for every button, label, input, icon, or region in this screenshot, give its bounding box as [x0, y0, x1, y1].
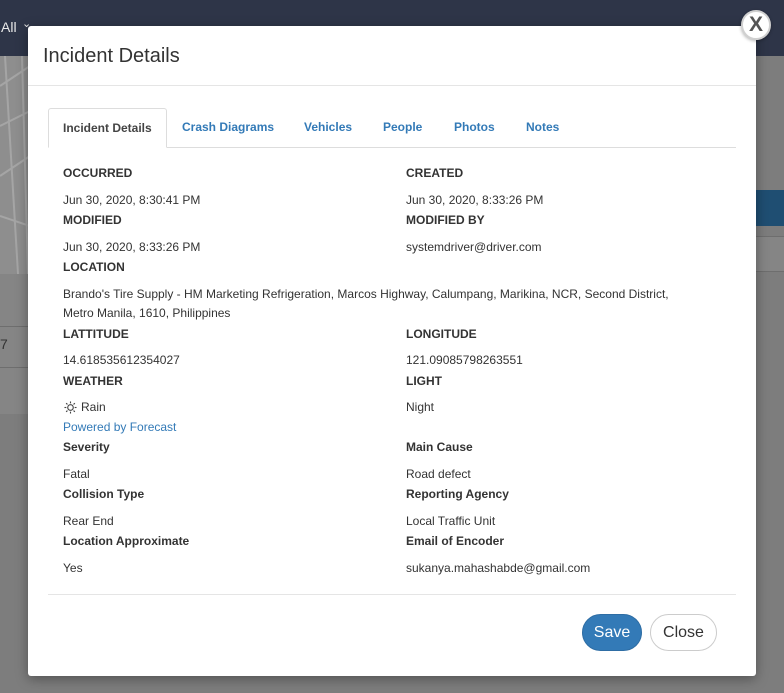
close-button[interactable]: Close: [650, 614, 717, 651]
sun-icon: [64, 401, 77, 414]
modal-close-icon[interactable]: X: [741, 10, 771, 40]
occurred-value: Jun 30, 2020, 8:30:41 PM: [63, 193, 201, 207]
reporting-agency-label: Reporting Agency: [406, 487, 509, 501]
location-approximate-value: Yes: [63, 561, 83, 575]
collision-type-label: Collision Type: [63, 487, 145, 501]
weather-value: Rain: [81, 400, 106, 414]
main-cause-label: Main Cause: [406, 440, 473, 454]
created-label: CREATED: [406, 166, 464, 180]
longitude-label: LONGITUDE: [406, 327, 477, 341]
latitude-label: LATTITUDE: [63, 327, 129, 341]
email-of-encoder-label: Email of Encoder: [406, 534, 505, 548]
reporting-agency-value: Local Traffic Unit: [406, 514, 496, 528]
latitude-value: 14.618535612354027: [63, 353, 180, 367]
background-header-bar: [756, 190, 784, 226]
background-divider: [0, 367, 30, 368]
background-number: 7: [0, 336, 8, 352]
tab-vehicles[interactable]: Vehicles: [304, 108, 352, 147]
location-value-line2: Metro Manila, 1610, Philippines: [63, 306, 231, 320]
longitude-value: 121.09085798263551: [406, 353, 523, 367]
modified-by-value: systemdriver@driver.com: [406, 240, 542, 254]
tab-notes[interactable]: Notes: [526, 108, 559, 147]
severity-label: Severity: [63, 440, 110, 454]
modified-value: Jun 30, 2020, 8:33:26 PM: [63, 240, 201, 254]
map-background: [0, 56, 30, 274]
light-label: LIGHT: [406, 374, 442, 388]
modified-label: MODIFIED: [63, 213, 122, 227]
occurred-label: OCCURRED: [63, 166, 133, 180]
background-divider: [0, 326, 30, 327]
tab-bar: Incident Details Crash Diagrams Vehicles…: [48, 108, 736, 148]
location-value-line1: Brando's Tire Supply - HM Marketing Refr…: [63, 287, 669, 301]
tab-photos[interactable]: Photos: [454, 108, 495, 147]
background-row: [756, 236, 784, 272]
tab-people[interactable]: People: [383, 108, 422, 147]
filter-dropdown[interactable]: All: [1, 19, 17, 35]
severity-value: Fatal: [63, 467, 90, 481]
weather-label: WEATHER: [63, 374, 123, 388]
modified-by-label: MODIFIED BY: [406, 213, 485, 227]
powered-by-forecast-link[interactable]: Powered by Forecast: [63, 420, 176, 434]
light-value: Night: [406, 400, 435, 414]
tab-crash-diagrams[interactable]: Crash Diagrams: [182, 108, 274, 147]
main-cause-value: Road defect: [406, 467, 471, 481]
incident-details-modal: Incident Details Incident Details Crash …: [28, 26, 756, 676]
modal-title: Incident Details: [43, 45, 180, 67]
email-of-encoder-value: sukanya.mahashabde@gmail.com: [406, 561, 591, 575]
collision-type-value: Rear End: [63, 514, 114, 528]
modal-footer-divider: [48, 594, 736, 595]
location-label: LOCATION: [63, 260, 125, 274]
tab-incident-details[interactable]: Incident Details: [48, 108, 167, 148]
location-approximate-label: Location Approximate: [63, 534, 190, 548]
modal-header: Incident Details: [28, 26, 756, 86]
save-button[interactable]: Save: [582, 614, 642, 651]
created-value: Jun 30, 2020, 8:33:26 PM: [406, 193, 544, 207]
